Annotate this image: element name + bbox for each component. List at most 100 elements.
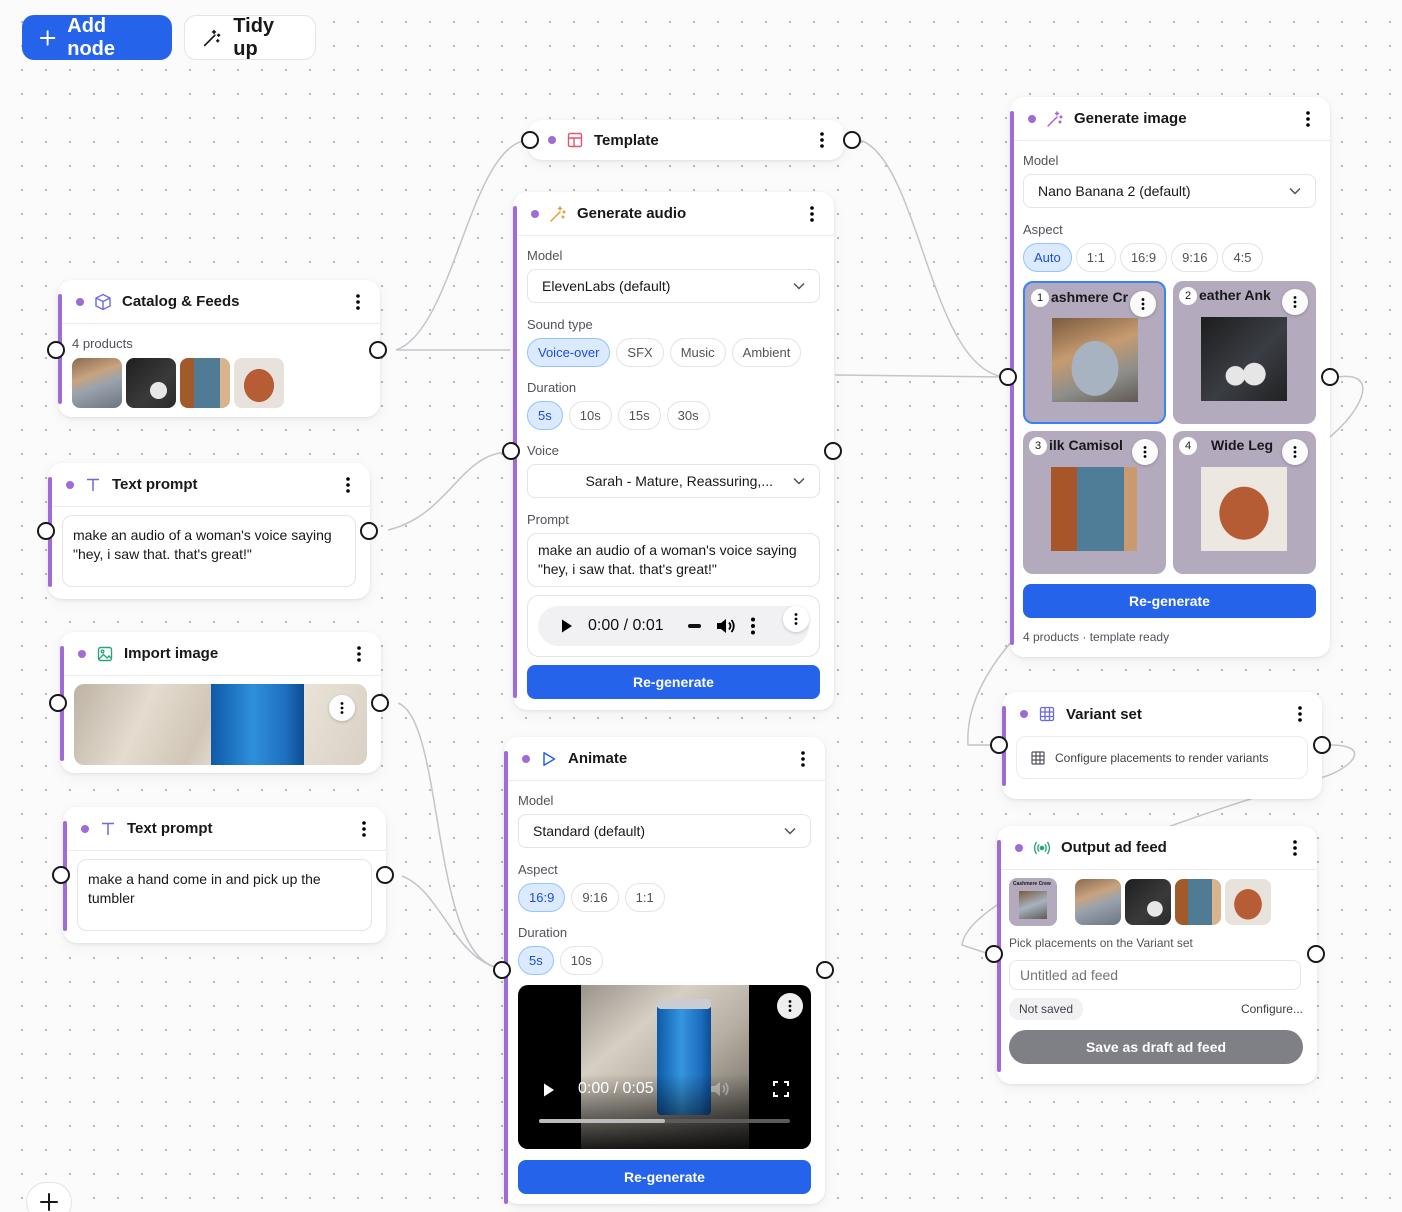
- output-ad-feed-node[interactable]: Output ad feed Cashmere Crew Pick placem…: [985, 826, 1325, 1084]
- prompt-textarea[interactable]: make an audio of a woman's voice saying …: [62, 515, 356, 587]
- more-options-icon[interactable]: [351, 644, 367, 664]
- image-tile-4[interactable]: 4 Wide Leg: [1173, 431, 1316, 574]
- zoom-add-button[interactable]: [26, 1182, 72, 1212]
- variant-hint-box[interactable]: Configure placements to render variants: [1016, 736, 1308, 779]
- chip-10s[interactable]: 10s: [559, 946, 603, 975]
- audio-options-icon[interactable]: [783, 606, 809, 632]
- output-port[interactable]: [843, 131, 861, 149]
- input-port[interactable]: [37, 522, 55, 540]
- audio-prompt-textarea[interactable]: make an audio of a woman's voice saying …: [527, 533, 820, 587]
- input-port[interactable]: [999, 368, 1017, 386]
- product-thumb-jacket[interactable]: [234, 358, 284, 408]
- feed-name-input[interactable]: [1009, 960, 1301, 990]
- image-tile-2[interactable]: 2 eather Ank: [1173, 281, 1316, 424]
- image-tile-1[interactable]: 1 ashmere Cr: [1023, 281, 1166, 424]
- tile-options-icon[interactable]: [1282, 289, 1308, 315]
- configure-link[interactable]: Configure...: [1241, 1002, 1303, 1016]
- chip-ambient[interactable]: Ambient: [731, 338, 802, 367]
- fullscreen-icon[interactable]: [773, 1081, 789, 1097]
- chip-16-9[interactable]: 16:9: [1119, 243, 1168, 272]
- input-port[interactable]: [493, 961, 511, 979]
- input-port[interactable]: [502, 442, 520, 460]
- input-port[interactable]: [47, 341, 65, 359]
- more-options-icon[interactable]: [1287, 838, 1303, 858]
- variant-set-node[interactable]: Variant set Configure placements to rend…: [990, 692, 1331, 799]
- tile-options-icon[interactable]: [1132, 439, 1158, 465]
- image-tile-3[interactable]: 3 ilk Camisol: [1023, 431, 1166, 574]
- chip-1-1[interactable]: 1:1: [1075, 243, 1116, 272]
- feed-thumb-hoodie[interactable]: [1075, 879, 1121, 925]
- input-port[interactable]: [521, 131, 539, 149]
- chip-auto[interactable]: Auto: [1023, 243, 1072, 272]
- voice-select[interactable]: Sarah - Mature, Reassuring,...: [527, 464, 820, 498]
- more-options-icon[interactable]: [1300, 109, 1316, 129]
- volume-icon[interactable]: [709, 1079, 731, 1099]
- feed-thumb-boots[interactable]: [1125, 879, 1171, 925]
- video-progress-track[interactable]: [539, 1119, 790, 1123]
- video-options-icon[interactable]: [777, 993, 803, 1019]
- image-options-icon[interactable]: [329, 695, 355, 721]
- output-port[interactable]: [816, 961, 834, 979]
- feed-thumb-jacket[interactable]: [1225, 879, 1271, 925]
- animate-node[interactable]: Animate Model Standard (default) Aspect …: [493, 737, 834, 1204]
- feed-thumb-camisole[interactable]: [1175, 879, 1221, 925]
- chip-voice-over[interactable]: Voice-over: [527, 338, 611, 367]
- chip-9-16[interactable]: 9:16: [1171, 243, 1219, 272]
- generate-audio-node[interactable]: Generate audio Model ElevenLabs (default…: [502, 192, 842, 710]
- prompt-textarea[interactable]: make a hand come in and pick up the tumb…: [77, 859, 372, 931]
- output-port[interactable]: [1321, 368, 1339, 386]
- chip-5s[interactable]: 5s: [518, 946, 554, 975]
- regenerate-images-button[interactable]: Re-generate: [1023, 584, 1316, 618]
- more-options-icon[interactable]: [814, 130, 830, 150]
- catalog-feeds-node[interactable]: Catalog & Feeds 4 products: [47, 280, 387, 417]
- add-node-button[interactable]: Add node: [22, 15, 172, 60]
- regenerate-audio-button[interactable]: Re-generate: [527, 665, 820, 699]
- output-port[interactable]: [376, 866, 394, 884]
- tile-options-icon[interactable]: [1282, 439, 1308, 465]
- more-options-icon[interactable]: [340, 475, 356, 495]
- more-options-icon[interactable]: [1292, 704, 1308, 724]
- player-menu-icon[interactable]: [750, 617, 755, 635]
- model-select[interactable]: Nano Banana 2 (default): [1023, 174, 1316, 208]
- regenerate-video-button[interactable]: Re-generate: [518, 1160, 811, 1194]
- output-port[interactable]: [371, 694, 389, 712]
- import-image-node[interactable]: Import image: [49, 632, 389, 773]
- more-options-icon[interactable]: [795, 749, 811, 769]
- input-port[interactable]: [985, 945, 1003, 963]
- chip-16-9[interactable]: 16:9: [518, 883, 566, 912]
- more-options-icon[interactable]: [350, 292, 366, 312]
- output-port[interactable]: [369, 341, 387, 359]
- text-prompt-node-1[interactable]: Text prompt make an audio of a woman's v…: [37, 463, 378, 599]
- generate-image-node[interactable]: Generate image Model Nano Banana 2 (defa…: [999, 97, 1339, 657]
- template-node[interactable]: Template: [521, 120, 861, 160]
- more-options-icon[interactable]: [356, 819, 372, 839]
- chip-4-5[interactable]: 4:5: [1222, 243, 1263, 272]
- video-player[interactable]: 0:00 / 0:05: [518, 985, 811, 1149]
- play-icon[interactable]: [542, 1082, 556, 1098]
- play-icon[interactable]: [560, 618, 574, 634]
- product-thumb-hoodie[interactable]: [72, 358, 122, 408]
- input-port[interactable]: [990, 736, 1008, 754]
- tile-options-icon[interactable]: [1130, 291, 1156, 317]
- output-port[interactable]: [360, 522, 378, 540]
- input-port[interactable]: [52, 866, 70, 884]
- chip-10s[interactable]: 10s: [568, 401, 612, 430]
- audio-progress-bar[interactable]: [687, 624, 701, 628]
- product-thumb-boots[interactable]: [126, 358, 176, 408]
- feed-template-thumb[interactable]: Cashmere Crew: [1009, 878, 1057, 926]
- input-port[interactable]: [49, 694, 67, 712]
- model-select[interactable]: ElevenLabs (default): [527, 269, 820, 303]
- text-prompt-node-2[interactable]: Text prompt make a hand come in and pick…: [52, 807, 394, 943]
- chip-1-1[interactable]: 1:1: [624, 883, 665, 912]
- chip-5s[interactable]: 5s: [527, 401, 563, 430]
- output-port[interactable]: [1313, 736, 1331, 754]
- chip-30s[interactable]: 30s: [666, 401, 710, 430]
- chip-sfx[interactable]: SFX: [616, 338, 664, 367]
- output-port[interactable]: [824, 442, 842, 460]
- chip-9-16[interactable]: 9:16: [571, 883, 619, 912]
- volume-icon[interactable]: [715, 616, 737, 636]
- product-thumb-camisole[interactable]: [180, 358, 230, 408]
- output-port[interactable]: [1307, 945, 1325, 963]
- model-select[interactable]: Standard (default): [518, 814, 811, 848]
- imported-image-preview[interactable]: [74, 684, 367, 765]
